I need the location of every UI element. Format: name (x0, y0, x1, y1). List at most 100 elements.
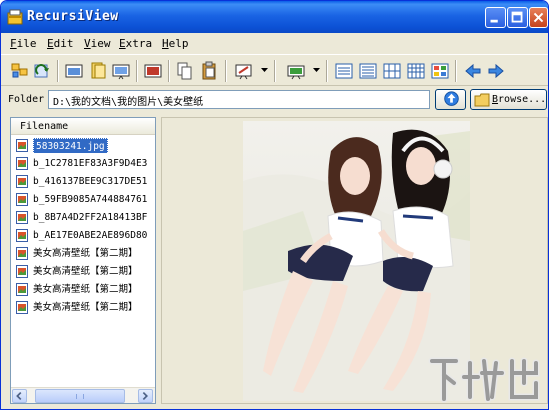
file-name: b_AE17E0ABE2AE896D80 (33, 230, 148, 241)
scroll-thumb[interactable] (35, 389, 125, 403)
scroll-right-button[interactable] (138, 389, 153, 403)
toolbar-separator (57, 60, 59, 82)
up-arrow-icon (444, 91, 459, 106)
view-medium-icon (407, 63, 425, 79)
list-item[interactable]: b_8B7A4D2FF2A18413BF (16, 210, 155, 225)
paste-icon (202, 61, 216, 80)
view-small-button[interactable] (382, 61, 402, 81)
browse-label: Browse... (492, 94, 547, 105)
copy-icon (177, 62, 192, 80)
refresh-button[interactable] (32, 61, 52, 81)
first-image-button[interactable] (64, 61, 84, 81)
list-item[interactable]: 美女高清壁纸【第二期】 (16, 300, 155, 315)
file-name: 美女高清壁纸【第二期】 (33, 302, 138, 313)
image-file-icon (16, 301, 28, 314)
thumbnails-icon (11, 63, 28, 78)
thumbnails-button[interactable] (10, 61, 30, 81)
minimize-button[interactable] (485, 7, 506, 28)
file-name: b_416137BEE9C317DE51 (33, 176, 148, 187)
refresh-icon (34, 64, 49, 78)
file-name: 美女高清壁纸【第二期】 (33, 248, 138, 259)
image-file-icon (16, 157, 28, 170)
list-item[interactable]: b_AE17E0ABE2AE896D80 (16, 228, 155, 243)
view-details-icon (335, 63, 353, 79)
window-title: RecursiView (27, 9, 119, 24)
file-name: b_1C2781EF83A3F9D4E3 (33, 158, 148, 169)
view-details-button[interactable] (334, 61, 354, 81)
menu-edit[interactable]: Edit (47, 37, 74, 50)
view-large-button[interactable] (430, 61, 450, 81)
file-list[interactable]: Filename 58303241.jpg b_1C2781EF83A3F9D4E… (10, 117, 156, 404)
toolbar-separator (274, 60, 276, 82)
fullscreen-icon (144, 64, 162, 78)
back-button[interactable] (463, 61, 483, 81)
maximize-icon (511, 11, 523, 23)
folder-path-input[interactable]: D:\我的文档\我的图片\美女壁纸 (48, 90, 430, 109)
parent-folder-button[interactable] (435, 89, 466, 110)
file-name: 美女高清壁纸【第二期】 (33, 266, 138, 277)
image-file-icon (16, 139, 28, 152)
chevron-down-icon[interactable] (313, 67, 320, 73)
list-item[interactable]: 58303241.jpg (16, 138, 155, 153)
list-item[interactable]: b_1C2781EF83A3F9D4E3 (16, 156, 155, 171)
forward-arrow-icon (488, 63, 504, 79)
minimize-icon (490, 19, 498, 23)
close-icon (533, 12, 544, 23)
file-name: 美女高清壁纸【第二期】 (33, 284, 138, 295)
title-bar[interactable]: RecursiView (1, 1, 548, 33)
folder-icon (474, 93, 490, 107)
copy-button[interactable] (175, 61, 195, 81)
file-name: b_59FB9085A744884761 (33, 194, 148, 205)
view-small-icon (383, 63, 401, 79)
horizontal-scrollbar[interactable] (11, 387, 155, 403)
file-name: 58303241.jpg (33, 138, 108, 153)
slideshow-button[interactable] (111, 61, 131, 81)
app-window: RecursiView File Edit View Extra Help Fo… (0, 0, 549, 410)
column-header-filename[interactable]: Filename (11, 118, 155, 135)
toolbar-separator (168, 60, 170, 82)
folder-bar: Folder D:\我的文档\我的图片\美女壁纸 Browse... (1, 87, 548, 113)
back-arrow-icon (465, 63, 481, 79)
view-list-button[interactable] (358, 61, 378, 81)
export-button[interactable] (286, 61, 306, 81)
image-file-icon (16, 247, 28, 260)
scroll-grip (76, 394, 84, 399)
chevron-down-icon[interactable] (261, 67, 268, 73)
forward-button[interactable] (486, 61, 506, 81)
toolbar-separator (326, 60, 328, 82)
close-button[interactable] (529, 7, 548, 28)
menu-view[interactable]: View (84, 37, 111, 50)
open-folder-button[interactable] (88, 61, 108, 81)
settings-icon (235, 64, 252, 80)
file-list-body: 58303241.jpg b_1C2781EF83A3F9D4E3 b_416137… (11, 136, 155, 387)
view-large-icon (431, 63, 449, 79)
menu-file[interactable]: File (10, 37, 37, 50)
image-window-icon (65, 64, 83, 78)
view-list-icon (359, 63, 377, 79)
toolbar-separator (455, 60, 457, 82)
list-item[interactable]: 美女高清壁纸【第二期】 (16, 264, 155, 279)
list-item[interactable]: b_59FB9085A744884761 (16, 192, 155, 207)
fullscreen-button[interactable] (143, 61, 163, 81)
watermark-logo (428, 357, 540, 403)
settings-button[interactable] (234, 61, 254, 81)
maximize-button[interactable] (507, 7, 528, 28)
list-item[interactable]: 美女高清壁纸【第二期】 (16, 282, 155, 297)
scroll-right-icon (142, 391, 148, 401)
scroll-left-button[interactable] (12, 389, 27, 403)
image-file-icon (16, 265, 28, 278)
export-icon (287, 65, 305, 80)
file-name: b_8B7A4D2FF2A18413BF (33, 212, 148, 223)
view-medium-button[interactable] (406, 61, 426, 81)
browse-button[interactable]: Browse... (470, 89, 547, 110)
list-item[interactable]: b_416137BEE9C317DE51 (16, 174, 155, 189)
list-item[interactable]: 美女高清壁纸【第二期】 (16, 246, 155, 261)
image-file-icon (16, 211, 28, 224)
toolbar (1, 54, 548, 86)
paste-button[interactable] (199, 61, 219, 81)
menu-extra[interactable]: Extra (119, 37, 152, 50)
image-file-icon (16, 229, 28, 242)
folder-label: Folder (8, 94, 45, 105)
toolbar-separator (136, 60, 138, 82)
menu-help[interactable]: Help (162, 37, 189, 50)
